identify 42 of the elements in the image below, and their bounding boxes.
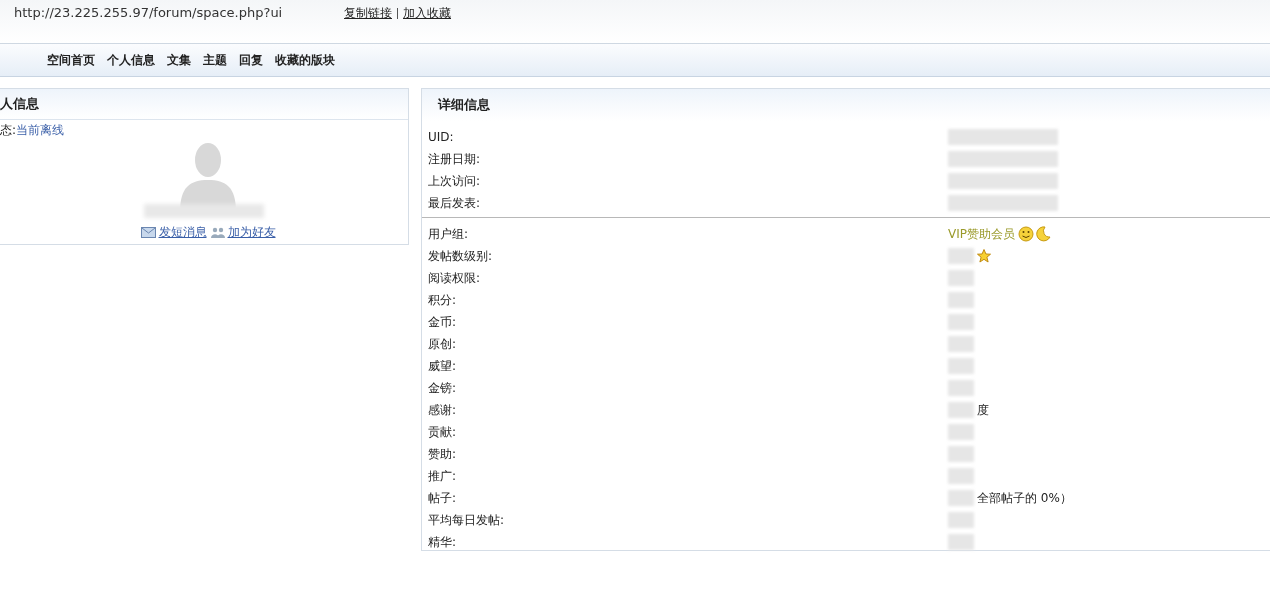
field-label: 注册日期: [428, 151, 482, 167]
nav-link[interactable]: 回复 [239, 51, 263, 69]
field-label: 赞助: [428, 446, 458, 462]
field-value: 全部帖子的 0%） [977, 490, 1072, 506]
field-label: 精华: [428, 534, 458, 550]
field-label: 推广: [428, 468, 458, 484]
field-label: 用户组: [428, 226, 470, 242]
field-label: 发帖数级别: [428, 248, 494, 264]
field-label: 帖子: [428, 490, 458, 506]
nav-link[interactable]: 空间首页 [47, 51, 95, 69]
field-label: 贡献: [428, 424, 458, 440]
field-label: 原创: [428, 336, 458, 352]
moon-icon [1035, 226, 1051, 242]
panel-title: 详细信息 [438, 96, 490, 114]
field-label: 上次访问: [428, 173, 482, 189]
nav-link[interactable]: 文集 [167, 51, 191, 69]
nav-link[interactable]: 个人信息 [107, 51, 155, 69]
status-link[interactable]: 当前离线 [16, 123, 65, 137]
nav-link[interactable]: 收藏的版块 [275, 51, 335, 69]
field-value: VIP赞助会员 [948, 226, 1015, 242]
panel-title: 人信息 [0, 95, 39, 113]
star-icon [977, 249, 991, 263]
people-icon [210, 227, 225, 238]
field-value: 度 [977, 402, 989, 418]
header-link[interactable]: 加入收藏 [403, 5, 451, 22]
field-label: 积分: [428, 292, 458, 308]
field-label: 金币: [428, 314, 458, 330]
field-label: 阅读权限: [428, 270, 482, 286]
page-url: http://23.225.255.97/forum/space.php?ui [14, 5, 284, 20]
field-label: UID: [428, 129, 455, 145]
field-label: 金镑: [428, 380, 458, 396]
field-label: 平均每日发帖: [428, 512, 506, 528]
field-label: 威望: [428, 358, 458, 374]
nav-link[interactable]: 主题 [203, 51, 227, 69]
header-link[interactable]: 复制链接 [344, 5, 392, 22]
action-link[interactable]: 加为好友 [227, 224, 276, 241]
action-link[interactable]: 发短消息 [158, 224, 207, 241]
status-label: 态: [0, 123, 17, 137]
field-label: 感谢: [428, 402, 458, 418]
field-label: 最后发表: [428, 195, 482, 211]
envelope-icon [140, 227, 156, 238]
smiley-icon [1018, 226, 1034, 242]
